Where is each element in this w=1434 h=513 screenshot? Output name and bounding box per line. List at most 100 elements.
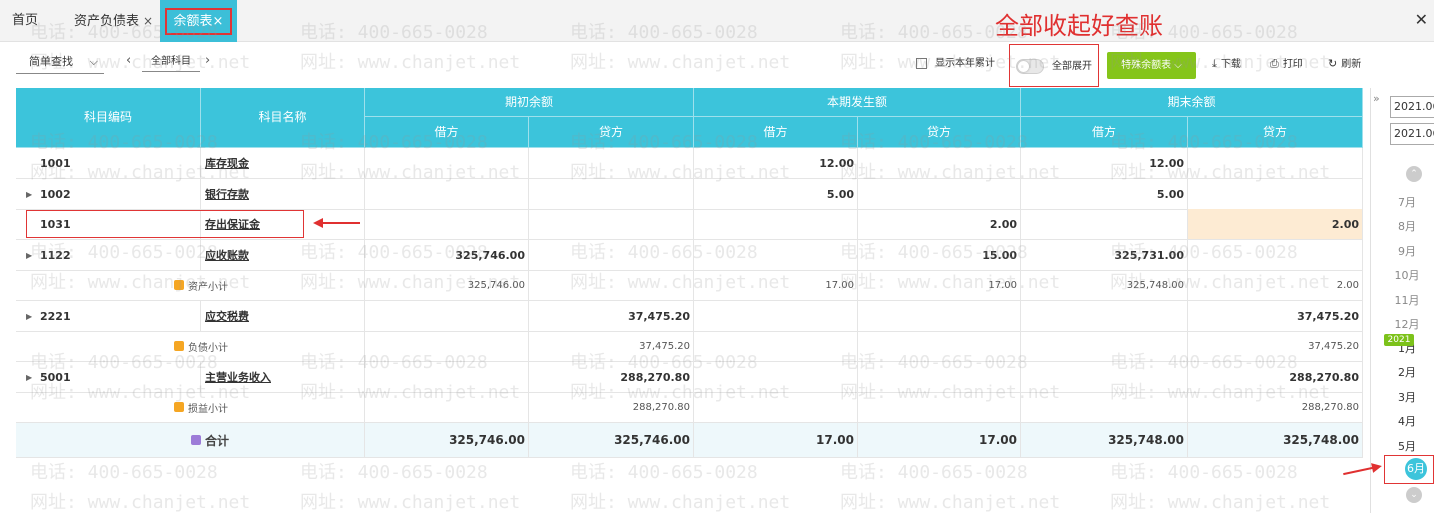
- all-subjects-select[interactable]: 全部科目: [142, 52, 200, 72]
- period-end-input[interactable]: 2021.06: [1390, 123, 1434, 145]
- table-row[interactable]: ▶ 1002 银行存款 5.00 5.00: [16, 179, 1363, 210]
- collapse-panel-icon[interactable]: »: [1373, 92, 1380, 105]
- total-value: 325,748.00: [1108, 433, 1184, 447]
- next-icon[interactable]: ›: [205, 53, 210, 68]
- amount-cell-cc: 17.00: [858, 270, 1021, 300]
- account-name-cell[interactable]: 应交税费: [201, 301, 365, 331]
- table-row[interactable]: 资产小计 325,746.00 17.00 17.00 325,748.00 2.00: [16, 270, 1363, 301]
- tab-home-label: 首页: [12, 13, 39, 28]
- year-cumulative-checkbox[interactable]: [916, 58, 927, 69]
- account-name-cell[interactable]: 主营业务收入: [201, 362, 365, 392]
- amount-cell-cd: [694, 331, 858, 361]
- account-name-link[interactable]: 应交税费: [205, 308, 249, 324]
- account-name-cell[interactable]: 应收账款: [201, 240, 365, 270]
- amount-cell-ec: [1188, 240, 1363, 270]
- table-row[interactable]: 1001 库存现金 12.00 12.00: [16, 148, 1363, 179]
- period-start-input[interactable]: 2021.06: [1390, 96, 1434, 118]
- search-mode-select[interactable]: 简单查找 ⌵: [16, 52, 104, 74]
- account-code: 1001: [40, 156, 71, 170]
- download-button[interactable]: ⤓ 下载: [1212, 58, 1241, 71]
- month-item[interactable]: 12月: [1384, 316, 1430, 332]
- amount-cell-cd: 12.00: [694, 148, 858, 178]
- header-closing-credit: 贷方: [1188, 117, 1363, 148]
- expand-row-icon[interactable]: ▶: [26, 251, 32, 260]
- amount-cell-ed: [1021, 331, 1188, 361]
- header-current-debit: 借方: [694, 117, 858, 148]
- amount-cell-cc: 2.00: [858, 209, 1021, 239]
- watermark-text: 网址: www.chanjet.net: [30, 492, 251, 513]
- table-row[interactable]: ▶ 2221 应交税费 37,475.20 37,475.20: [16, 301, 1363, 332]
- table-row[interactable]: ▶ 5001 主营业务收入 288,270.80 288,270.80: [16, 362, 1363, 393]
- tab-balance-sheet[interactable]: 资产负债表 ×: [74, 0, 153, 42]
- total-icon: [190, 435, 201, 445]
- month-item[interactable]: 10月: [1384, 267, 1430, 283]
- amount-cell-oc: [529, 240, 694, 270]
- account-name-link[interactable]: 库存现金: [205, 155, 249, 171]
- special-balance-button[interactable]: 特殊余额表 ⌵: [1107, 52, 1196, 79]
- tab-home[interactable]: 首页: [12, 0, 38, 42]
- expand-row-icon[interactable]: ▶: [26, 190, 32, 199]
- subtotal-label: 损益小计: [188, 403, 228, 415]
- amount-cell-ed: 12.00: [1021, 148, 1188, 178]
- amount-cell-ec: 288,270.80: [1188, 362, 1363, 392]
- month-item[interactable]: 5月: [1384, 438, 1430, 454]
- month-item[interactable]: 3月: [1384, 389, 1430, 405]
- amount-cell-ed: [1021, 209, 1188, 239]
- account-code-cell: ▶ 1002: [16, 179, 201, 209]
- month-item[interactable]: 7月: [1384, 194, 1430, 210]
- month-item[interactable]: 11月: [1384, 292, 1430, 308]
- amount-cell-ed: [1021, 362, 1188, 392]
- account-code-cell: 1001: [16, 148, 201, 178]
- header-opening: 期初余额: [365, 88, 694, 117]
- month-item[interactable]: 4月: [1384, 413, 1430, 429]
- account-name-cell[interactable]: 银行存款: [201, 179, 365, 209]
- window-close-icon[interactable]: ✕: [1415, 10, 1428, 29]
- subtotal-label-cell: 资产小计: [16, 270, 365, 300]
- month-item[interactable]: 8月: [1384, 218, 1430, 234]
- amount-value: 17.00: [988, 279, 1017, 291]
- scroll-up-icon[interactable]: ⌃: [1406, 166, 1422, 182]
- amount-cell-oc: [529, 148, 694, 178]
- print-button[interactable]: ⎙ 打印: [1270, 58, 1303, 71]
- table-row[interactable]: ▶ 1122 应收账款 325,746.00 15.00 325,731.00: [16, 240, 1363, 271]
- subtotal-label-cell: 负债小计: [16, 331, 365, 361]
- table-row[interactable]: 损益小计 288,270.80 288,270.80: [16, 392, 1363, 423]
- prev-icon[interactable]: ‹: [126, 53, 131, 68]
- header-closing-debit: 借方: [1021, 117, 1188, 148]
- account-name-link[interactable]: 应收账款: [205, 247, 249, 263]
- expand-all-toggle[interactable]: [1016, 59, 1044, 74]
- close-icon[interactable]: ×: [143, 14, 153, 28]
- account-code: 2221: [40, 309, 71, 323]
- amount-cell-oc: [529, 270, 694, 300]
- amount-value: 325,746.00: [467, 279, 525, 291]
- account-name-link[interactable]: 银行存款: [205, 186, 249, 202]
- amount-cell-ec: [1188, 148, 1363, 178]
- printer-icon: ⎙: [1270, 57, 1279, 70]
- table-row[interactable]: 负债小计 37,475.20 37,475.20: [16, 331, 1363, 362]
- expand-row-icon[interactable]: ▶: [26, 373, 32, 382]
- amount-cell-cc: [858, 148, 1021, 178]
- amount-cell-ec: [1188, 179, 1363, 209]
- amount-cell-ed: [1021, 392, 1188, 422]
- account-name-cell[interactable]: 库存现金: [201, 148, 365, 178]
- watermark-text: 电话: 400-665-0028: [570, 462, 758, 483]
- header-current: 本期发生额: [694, 88, 1021, 117]
- amount-cell-od: 325,746.00: [365, 240, 529, 270]
- scroll-down-icon[interactable]: ⌄: [1406, 487, 1422, 503]
- amount-cell-cc: [858, 362, 1021, 392]
- amount-value: 15.00: [982, 248, 1017, 262]
- amount-cell-cc: [858, 179, 1021, 209]
- amount-cell-cd: 17.00: [694, 270, 858, 300]
- tab-balance-sheet-label: 资产负债表: [74, 14, 140, 29]
- close-icon[interactable]: ×: [213, 14, 224, 29]
- expand-row-icon[interactable]: ▶: [26, 312, 32, 321]
- watermark-text: 电话: 400-665-0028: [1110, 462, 1298, 483]
- account-name-link[interactable]: 主营业务收入: [205, 369, 271, 385]
- tab-trial-balance[interactable]: 余额表×: [160, 0, 237, 42]
- month-item[interactable]: 2月: [1384, 364, 1430, 380]
- refresh-button[interactable]: ↻ 刷新: [1328, 58, 1361, 71]
- amount-cell-ed: [1021, 301, 1188, 331]
- month-item[interactable]: 9月: [1384, 243, 1430, 259]
- amount-cell-od: [365, 362, 529, 392]
- amount-cell-od: [365, 148, 529, 178]
